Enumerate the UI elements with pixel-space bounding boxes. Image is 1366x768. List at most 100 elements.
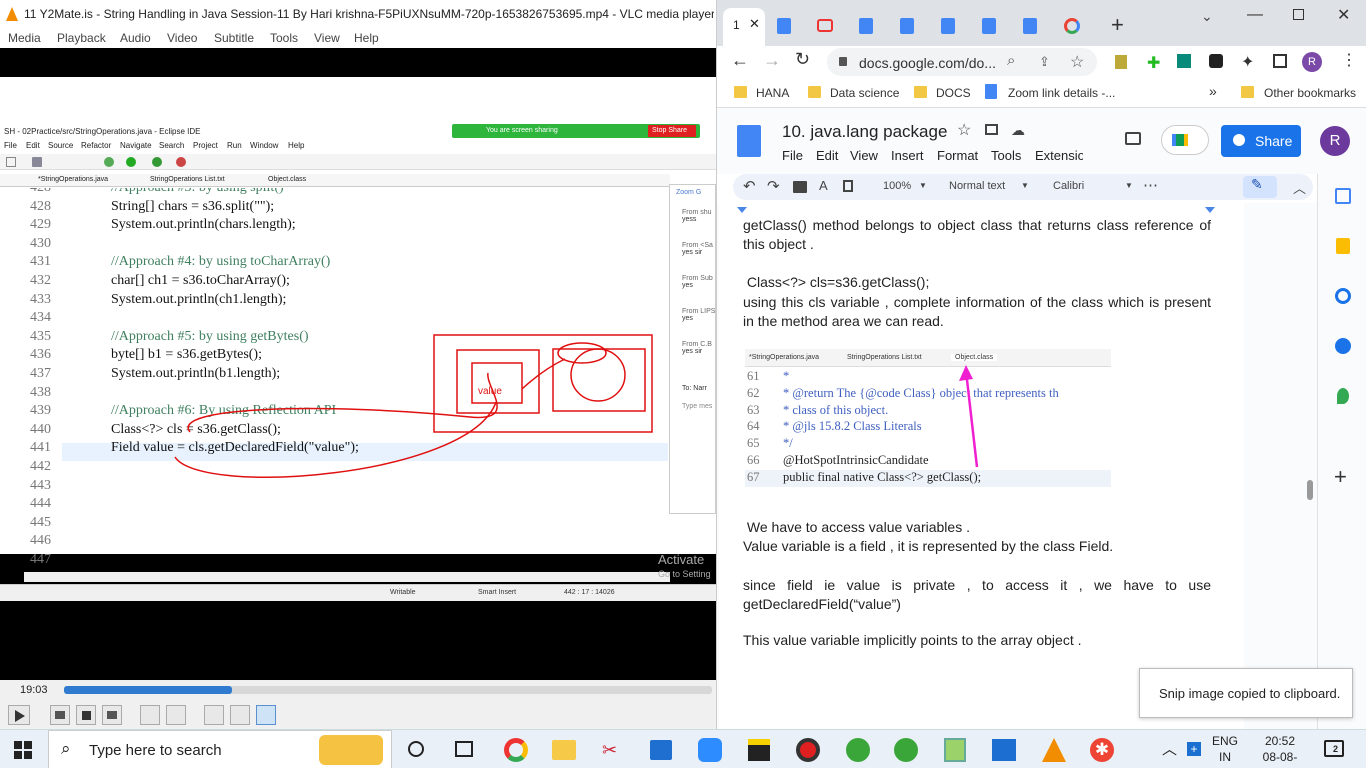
- photos-icon[interactable]: [992, 739, 1016, 761]
- editing-mode-icon[interactable]: ✎: [1243, 176, 1277, 198]
- eclipse-taskbar-icon[interactable]: [846, 738, 870, 762]
- docs-menu-insert[interactable]: Insert: [891, 148, 924, 163]
- doc-title[interactable]: 10. java.lang package: [782, 122, 947, 142]
- vlc-menu-subtitle[interactable]: Subtitle: [214, 31, 254, 45]
- settings-gear-icon[interactable]: ✱: [1090, 738, 1114, 762]
- language-indicator[interactable]: ENG IN: [1212, 733, 1238, 765]
- calendar-icon[interactable]: [1335, 188, 1351, 204]
- maps-icon[interactable]: [1337, 388, 1349, 404]
- undo-icon[interactable]: ↶: [743, 177, 756, 195]
- move-folder-icon[interactable]: [985, 124, 998, 135]
- omnibox[interactable]: docs.google.com/do... ⌕ ⇪ ☆: [827, 48, 1097, 76]
- docs-avatar[interactable]: R: [1320, 126, 1350, 156]
- doc-paragraph-2[interactable]: Class<?> cls=s36.getClass();: [743, 274, 1211, 290]
- editor-h-scrollbar[interactable]: [24, 572, 670, 582]
- lock-icon[interactable]: [839, 57, 847, 66]
- tab-search-icon[interactable]: ⌄: [1201, 8, 1213, 25]
- vlc-menu-view[interactable]: View: [314, 31, 340, 45]
- back-icon[interactable]: ←: [731, 50, 749, 71]
- cloud-status-icon[interactable]: ☁: [1011, 122, 1025, 139]
- share-page-icon[interactable]: ⇪: [1039, 54, 1050, 70]
- keep-icon[interactable]: [1336, 238, 1350, 254]
- forward-icon[interactable]: →: [763, 50, 781, 71]
- minimize-icon[interactable]: —: [1247, 6, 1263, 24]
- tray-app-icon[interactable]: +: [1187, 742, 1201, 756]
- vlc-menu-media[interactable]: Media: [8, 31, 41, 45]
- doc-paragraph-3[interactable]: using this cls variable , complete infor…: [743, 293, 1211, 331]
- star-icon[interactable]: ☆: [957, 120, 971, 140]
- clock[interactable]: 20:52 08-08-2022: [1250, 733, 1310, 768]
- vlc-menu-help[interactable]: Help: [354, 31, 379, 45]
- extension-3-icon[interactable]: [1177, 54, 1191, 68]
- zoom-app-icon[interactable]: [698, 738, 722, 762]
- next-button[interactable]: [102, 705, 122, 725]
- zoom-dropdown-icon[interactable]: ▼: [919, 181, 927, 190]
- docs-tab-icon[interactable]: [777, 18, 791, 34]
- add-addon-icon[interactable]: +: [1334, 464, 1347, 490]
- play-button[interactable]: [8, 705, 30, 725]
- docs-tab-icon-3[interactable]: [900, 18, 914, 34]
- paint-format-icon[interactable]: [843, 180, 853, 192]
- vlc-taskbar-icon[interactable]: [1042, 738, 1066, 762]
- docs-logo-icon[interactable]: [737, 125, 761, 157]
- more-tools-icon[interactable]: ⋯: [1143, 176, 1158, 194]
- collapse-toolbar-icon[interactable]: ︿: [1293, 178, 1306, 197]
- vlc-menu-audio[interactable]: Audio: [120, 31, 151, 45]
- embedded-screenshot[interactable]: *StringOperations.java StringOperations …: [745, 349, 1111, 491]
- shuffle-button[interactable]: [256, 705, 276, 725]
- doc-paragraph-5[interactable]: Value variable is a field , it is repres…: [743, 538, 1211, 554]
- style-dropdown-icon[interactable]: ▼: [1021, 181, 1029, 190]
- doc-scrollbar-thumb[interactable]: [1307, 480, 1313, 500]
- bookmark-hana[interactable]: HANA: [756, 86, 789, 100]
- chrome-taskbar-icon[interactable]: [504, 738, 528, 762]
- vlc-menu-tools[interactable]: Tools: [270, 31, 298, 45]
- new-tab-icon[interactable]: +: [1111, 12, 1124, 38]
- vlc-seek-bar[interactable]: [64, 686, 712, 694]
- docs-menu-view[interactable]: View: [850, 148, 878, 163]
- bookmark-data-science[interactable]: Data science: [830, 86, 899, 100]
- previous-button[interactable]: [50, 705, 70, 725]
- reload-icon[interactable]: ↻: [795, 49, 810, 70]
- start-button[interactable]: [14, 741, 32, 759]
- notification-center-icon[interactable]: 2: [1324, 740, 1344, 757]
- file-explorer-icon[interactable]: [552, 740, 576, 760]
- snip-toast[interactable]: Snip image copied to clipboard.: [1139, 668, 1353, 718]
- docs-tab-icon-2[interactable]: [859, 18, 873, 34]
- more-bookmarks-icon[interactable]: »: [1209, 83, 1217, 99]
- eclipse-taskbar-icon-2[interactable]: [894, 738, 918, 762]
- comments-icon[interactable]: [1125, 132, 1141, 145]
- docs-menu-extensions[interactable]: Extensio: [1035, 148, 1085, 163]
- tab-active[interactable]: 1 ✕: [723, 8, 765, 46]
- spellcheck-icon[interactable]: A: [819, 178, 828, 193]
- sticky-notes-icon[interactable]: [748, 739, 770, 761]
- youtube-tab-icon[interactable]: [817, 19, 833, 32]
- vlc-menu-video[interactable]: Video: [167, 31, 197, 45]
- docs-menu-tools[interactable]: Tools: [991, 148, 1021, 163]
- print-icon[interactable]: [793, 181, 807, 193]
- extended-settings-button[interactable]: [166, 705, 186, 725]
- playlist-button[interactable]: [204, 705, 224, 725]
- redo-icon[interactable]: ↷: [767, 177, 780, 195]
- docs-tab-icon-4[interactable]: [941, 18, 955, 34]
- bookmark-zoom-link[interactable]: Zoom link details -...: [1008, 86, 1115, 100]
- docs-tab-icon-5[interactable]: [982, 18, 996, 34]
- doc-paragraph-4[interactable]: We have to access value variables .: [743, 519, 1211, 535]
- snipping-tool-icon[interactable]: ✂: [602, 740, 617, 761]
- extensions-puzzle-icon[interactable]: ✦: [1241, 52, 1254, 72]
- stop-button[interactable]: [76, 705, 96, 725]
- close-window-icon[interactable]: ✕: [1337, 5, 1350, 25]
- docs-menu-edit[interactable]: Edit: [816, 148, 838, 163]
- style-select[interactable]: Normal text: [949, 180, 1005, 192]
- doc-paragraph-6[interactable]: since field ie value is private , to acc…: [743, 576, 1211, 614]
- extension-2-icon[interactable]: ✚: [1147, 53, 1160, 73]
- extension-1-icon[interactable]: [1115, 55, 1127, 69]
- task-view-icon[interactable]: [455, 741, 473, 757]
- tab-close-icon[interactable]: ✕: [749, 16, 760, 32]
- store-icon[interactable]: [650, 740, 672, 760]
- extension-4-icon[interactable]: [1209, 54, 1223, 68]
- docs-menu-format[interactable]: Format: [937, 148, 978, 163]
- maximize-icon[interactable]: [1293, 9, 1304, 20]
- fullscreen-button[interactable]: [140, 705, 160, 725]
- vlc-menu-playback[interactable]: Playback: [57, 31, 106, 45]
- docs-menu-file[interactable]: File: [782, 148, 803, 163]
